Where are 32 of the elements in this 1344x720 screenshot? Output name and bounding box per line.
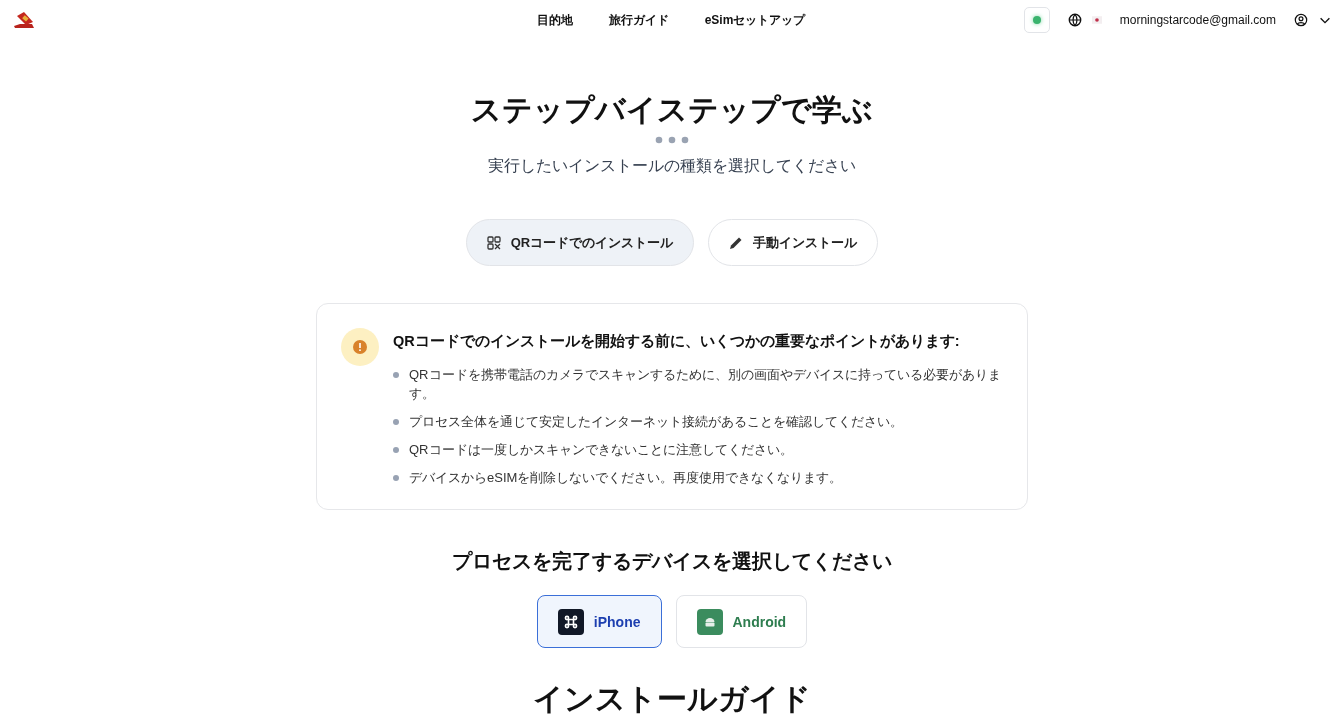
notice-point: QRコードは一度しかスキャンできないことに注意してください。 [409, 441, 793, 459]
user-icon[interactable] [1294, 13, 1308, 27]
bullet-icon [393, 419, 399, 425]
install-tab[interactable]: QRコードでのインストール [465, 219, 695, 266]
nav-link[interactable]: eSimセットアップ [704, 11, 806, 29]
section-heading: インストールガイド [533, 682, 811, 716]
user-email: morningstarcode@gmail.com [1119, 13, 1276, 27]
device-option[interactable]: iPhone [536, 595, 662, 648]
flag-icon[interactable] [1091, 16, 1102, 24]
bullet-icon [393, 447, 399, 453]
globe-icon[interactable] [1067, 13, 1082, 27]
section-heading: プロセスを完了するデバイスを選択してください [452, 549, 892, 574]
android-icon [696, 608, 723, 635]
nav-link[interactable]: 目的地 [536, 11, 573, 29]
notice-point: デバイスからeSIMを削除しないでください。再度使用できなくなります。 [409, 469, 843, 487]
warning-icon [341, 328, 379, 366]
dots-icon [655, 136, 689, 144]
bullet-icon [393, 372, 399, 378]
status-indicator[interactable] [1023, 7, 1050, 33]
page-title: ステップバイステップで学ぶ [471, 92, 873, 128]
nav-link[interactable]: 旅行ガイド [608, 11, 669, 29]
notice-point: プロセス全体を通じて安定したインターネット接続があることを確認してください。 [409, 413, 903, 431]
command-key-icon [557, 608, 584, 635]
pencil-icon [729, 235, 744, 250]
notice-title: QRコードでのインストールを開始する前に、いくつかの重要なポイントがあります: [393, 332, 961, 351]
page-subtitle: 実行したいインストールの種類を選択してください [488, 156, 856, 176]
sim-card-logo[interactable] [12, 10, 36, 30]
device-option[interactable]: Android [675, 595, 808, 648]
bullet-icon [393, 475, 399, 481]
notice-point: QRコードを携帯電話のカメラでスキャンするために、別の画面やデバイスに持っている必要があります。 [409, 366, 1002, 403]
install-tab[interactable]: 手動インストール [708, 219, 879, 266]
qr-code-icon [486, 235, 501, 250]
